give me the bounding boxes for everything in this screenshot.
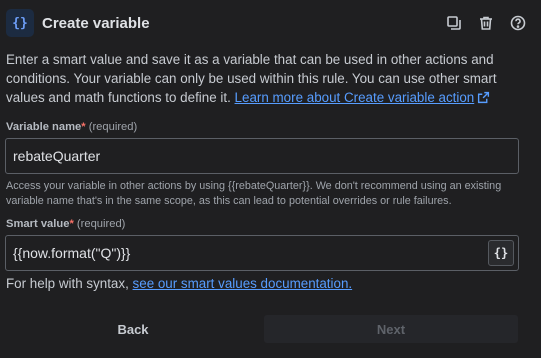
variable-name-input[interactable]: rebateQuarter — [5, 138, 519, 174]
smart-value-input[interactable]: {{now.format("Q")}} {} — [5, 235, 519, 271]
insert-smart-value-button[interactable]: {} — [488, 240, 514, 266]
syntax-help-text: For help with syntax, — [6, 276, 129, 291]
braces-icon: {} — [6, 9, 34, 37]
next-button[interactable]: Next — [264, 315, 518, 343]
duplicate-icon[interactable] — [445, 14, 463, 32]
variable-name-label-text: Variable name — [6, 121, 82, 133]
required-asterisk: * — [81, 121, 86, 133]
header-actions — [445, 14, 531, 32]
variable-name-value: rebateQuarter — [13, 148, 101, 164]
learn-more-link[interactable]: Learn more about Create variable action — [235, 90, 475, 105]
variable-name-label: Variable name* (required) — [6, 121, 137, 133]
smart-value-value: {{now.format("Q")}} — [13, 245, 131, 261]
required-text: (required) — [88, 121, 138, 133]
required-asterisk: * — [69, 218, 74, 230]
panel-title: Create variable — [42, 14, 150, 32]
trash-icon[interactable] — [477, 14, 495, 32]
back-button[interactable]: Back — [6, 315, 260, 343]
variable-name-help: Access your variable in other actions by… — [6, 180, 502, 207]
smart-value-label: Smart value* (required) — [6, 218, 125, 230]
smart-values-docs-link[interactable]: see our smart values documentation. — [133, 276, 353, 291]
smart-value-label-text: Smart value — [6, 218, 70, 230]
external-link-icon — [478, 91, 490, 104]
required-text: (required) — [76, 218, 126, 230]
panel-header: {} Create variable — [6, 8, 531, 38]
help-icon[interactable] — [509, 14, 527, 32]
description: Enter a smart value and save it as a var… — [6, 50, 526, 107]
syntax-help: For help with syntax, see our smart valu… — [6, 276, 352, 291]
